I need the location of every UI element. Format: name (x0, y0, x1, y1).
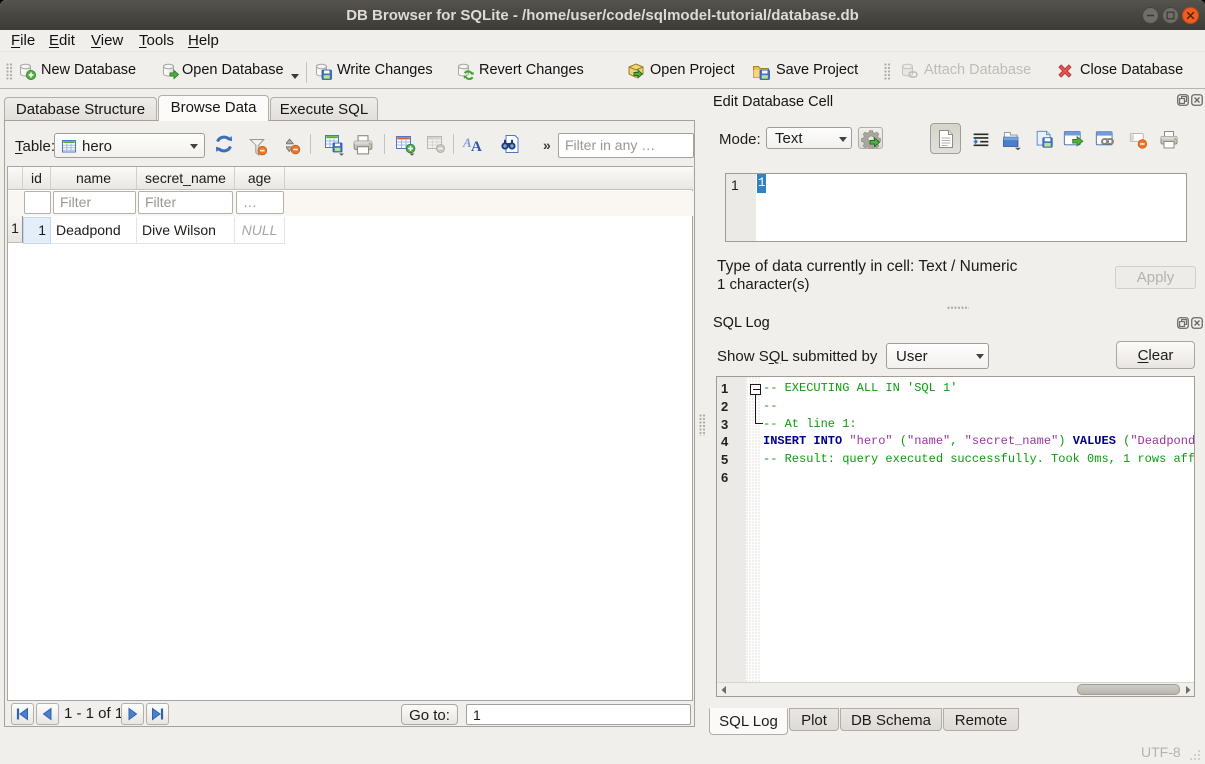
svg-text:A: A (471, 139, 482, 154)
